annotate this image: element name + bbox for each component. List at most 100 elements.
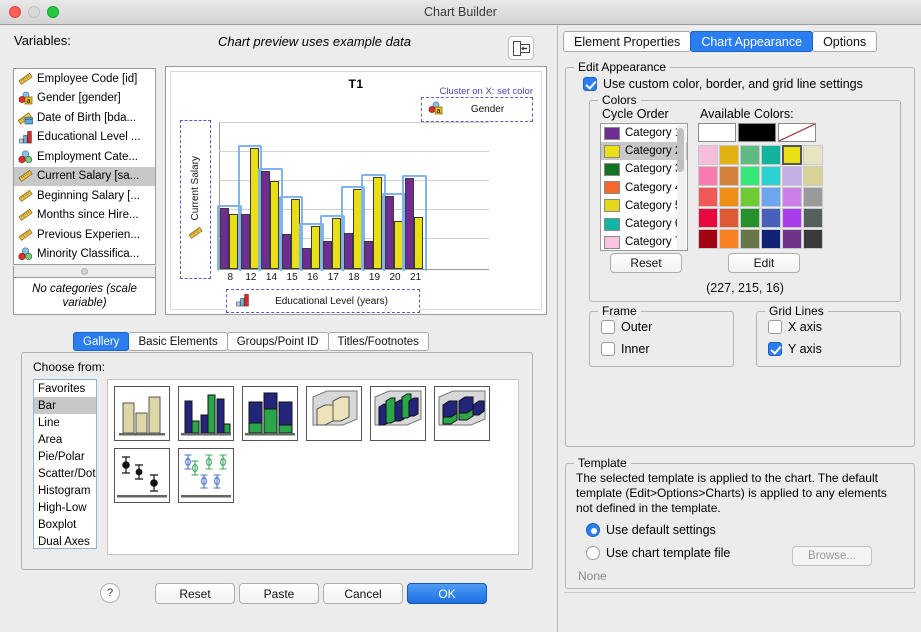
list-item-selected[interactable]: Current Salary [sa...: [14, 167, 155, 187]
palette-color-cell[interactable]: [761, 145, 781, 165]
tab-groups-point-id[interactable]: Groups/Point ID: [227, 332, 329, 351]
checkbox-box[interactable]: [768, 320, 782, 334]
palette-color-cell[interactable]: [803, 187, 823, 207]
browse-button[interactable]: Browse...: [792, 546, 872, 566]
palette-color-cell[interactable]: [782, 229, 802, 249]
palette-color-cell[interactable]: [740, 229, 760, 249]
palette-color-cell[interactable]: [761, 229, 781, 249]
palette-color-cell[interactable]: [719, 208, 739, 228]
colors-reset-button[interactable]: Reset: [610, 253, 682, 273]
grid-x-axis-checkbox[interactable]: X axis: [768, 320, 822, 334]
help-button[interactable]: ?: [100, 583, 120, 603]
minimize-button[interactable]: [28, 6, 40, 18]
radio-button[interactable]: [586, 546, 600, 560]
reset-button[interactable]: Reset: [155, 583, 235, 604]
palette-color-cell[interactable]: [698, 166, 718, 186]
chart-type-scatter-dot[interactable]: Scatter/Dot: [34, 465, 96, 482]
clustered-3d-bar-thumb[interactable]: [370, 386, 426, 441]
palette-color-cell[interactable]: [761, 187, 781, 207]
cycle-item-selected[interactable]: Category 2: [601, 142, 687, 160]
stacked-bar-thumb[interactable]: [242, 386, 298, 441]
cycle-item[interactable]: Category 6: [601, 215, 687, 233]
palette-color-cell[interactable]: [782, 166, 802, 186]
gallery-thumbnails[interactable]: [107, 379, 519, 555]
chart-type-boxplot[interactable]: Boxplot: [34, 516, 96, 533]
list-item[interactable]: Educational Level ...: [14, 128, 155, 148]
simple-error-bar-thumb[interactable]: [114, 448, 170, 503]
simple-3d-bar-thumb[interactable]: [306, 386, 362, 441]
use-default-settings-radio[interactable]: Use default settings: [586, 523, 716, 537]
chart-type-favorites[interactable]: Favorites: [34, 380, 96, 397]
clustered-bar-thumb[interactable]: [178, 386, 234, 441]
tab-options[interactable]: Options: [812, 31, 877, 52]
list-item[interactable]: Previous Experien...: [14, 225, 155, 245]
palette-color-cell[interactable]: [782, 145, 802, 165]
palette-black[interactable]: [738, 123, 776, 142]
stacked-3d-bar-thumb[interactable]: [434, 386, 490, 441]
chart-type-line[interactable]: Line: [34, 414, 96, 431]
palette-color-cell[interactable]: [782, 187, 802, 207]
list-item[interactable]: Employee Code [id]: [14, 69, 155, 89]
cycle-item[interactable]: Category 7: [601, 233, 687, 251]
palette-color-cell[interactable]: [698, 187, 718, 207]
palette-color-cell[interactable]: [719, 187, 739, 207]
right-tabs[interactable]: Element Properties Chart Appearance Opti…: [563, 31, 876, 52]
palette-color-cell[interactable]: [803, 208, 823, 228]
palette-color-cell[interactable]: [740, 208, 760, 228]
palette-color-cell[interactable]: [698, 208, 718, 228]
palette-color-cell[interactable]: [740, 187, 760, 207]
paste-button[interactable]: Paste: [239, 583, 319, 604]
use-chart-template-file-radio[interactable]: Use chart template file: [586, 546, 730, 560]
variables-splitter[interactable]: [13, 266, 156, 277]
palette-color-cell[interactable]: [761, 208, 781, 228]
chart-type-bar[interactable]: Bar: [34, 397, 96, 414]
cycle-list-scrollbar[interactable]: [677, 125, 686, 251]
cycle-item[interactable]: Category 3: [601, 160, 687, 178]
list-item[interactable]: Minority Classifica...: [14, 245, 155, 265]
cancel-button[interactable]: Cancel: [323, 583, 403, 604]
palette-color-cell[interactable]: [761, 166, 781, 186]
cycle-item[interactable]: Category 5: [601, 197, 687, 215]
chart-type-histogram[interactable]: Histogram: [34, 482, 96, 499]
palette-color-cell[interactable]: [782, 208, 802, 228]
chart-type-high-low[interactable]: High-Low: [34, 499, 96, 516]
palette-color-cell[interactable]: [803, 229, 823, 249]
clustered-error-bar-thumb[interactable]: [178, 448, 234, 503]
radio-button[interactable]: [586, 523, 600, 537]
colors-edit-button[interactable]: Edit: [728, 253, 800, 273]
splitter-grip[interactable]: [81, 268, 88, 275]
checkbox-box[interactable]: [601, 342, 615, 356]
scrollbar-thumb[interactable]: [677, 128, 684, 172]
palette-color-cell[interactable]: [803, 145, 823, 165]
use-custom-settings-checkbox[interactable]: Use custom color, border, and grid line …: [583, 77, 863, 91]
variables-list[interactable]: Employee Code [id] a Gender [gender] Dat…: [13, 68, 156, 265]
palette-color-cell[interactable]: [719, 229, 739, 249]
chart-type-pie-polar[interactable]: Pie/Polar: [34, 448, 96, 465]
tab-basic-elements[interactable]: Basic Elements: [128, 332, 227, 351]
palette-color-cell[interactable]: [719, 166, 739, 186]
palette-color-cell[interactable]: [698, 229, 718, 249]
chart-type-area[interactable]: Area: [34, 431, 96, 448]
available-colors-grid[interactable]: [698, 145, 823, 249]
palette-color-cell[interactable]: [740, 145, 760, 165]
tab-titles-footnotes[interactable]: Titles/Footnotes: [328, 332, 429, 351]
palette-none[interactable]: [778, 123, 816, 142]
chart-type-dual-axes[interactable]: Dual Axes: [34, 533, 96, 550]
color-drop-zone[interactable]: a Gender: [421, 97, 533, 122]
palette-top-row[interactable]: [698, 123, 816, 142]
zoom-button[interactable]: [47, 6, 59, 18]
cycle-item[interactable]: Category 4: [601, 179, 687, 197]
tab-gallery[interactable]: Gallery: [73, 332, 129, 351]
close-button[interactable]: [9, 6, 21, 18]
checkbox-box[interactable]: [601, 320, 615, 334]
panel-collapse-icon[interactable]: [508, 36, 534, 60]
palette-color-cell[interactable]: [740, 166, 760, 186]
tab-element-properties[interactable]: Element Properties: [563, 31, 691, 52]
list-item[interactable]: Date of Birth [bda...: [14, 108, 155, 128]
x-axis-drop-zone[interactable]: Educational Level (years): [226, 289, 420, 313]
cycle-order-list[interactable]: Category 1 Category 2 Category 3 Categor…: [600, 123, 688, 251]
chart-type-list[interactable]: Favorites Bar Line Area Pie/Polar Scatte…: [33, 379, 97, 549]
cycle-item[interactable]: Category 1: [601, 124, 687, 142]
chart-preview-canvas[interactable]: T1 Cluster on X: set color a Gender Curr…: [165, 66, 547, 315]
gallery-tabs[interactable]: Gallery Basic Elements Groups/Point ID T…: [73, 332, 428, 351]
